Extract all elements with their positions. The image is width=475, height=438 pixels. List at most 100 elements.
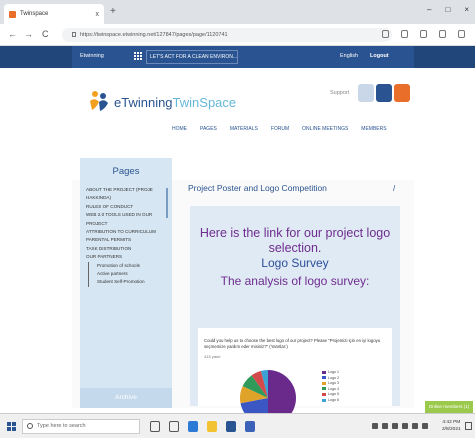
sidebar-item-parental-permits[interactable]: PARENTAL PERMITS	[86, 236, 168, 244]
logo-text-etwinning: eTwinning	[114, 95, 173, 110]
legend-swatch	[322, 398, 326, 402]
taskbar-search-input[interactable]: Type here to search	[22, 419, 140, 434]
back-button[interactable]: ←	[8, 29, 17, 39]
sidebar-subitem-active-partners[interactable]: Active partners	[88, 270, 168, 279]
lock-icon	[72, 32, 76, 38]
sidebar-item-about[interactable]: ABOUT THE PROJECT (PROJE HAKKINDA)	[86, 186, 168, 203]
system-tray	[372, 423, 428, 429]
main-navigation: HOME PAGES MATERIALS FORUM ONLINE MEETIN…	[172, 126, 387, 132]
nav-pages[interactable]: PAGES	[200, 126, 217, 132]
clock-date: 2/8/2021	[442, 427, 461, 432]
legend-swatch	[322, 387, 326, 391]
survey-results-image: Could you help us to choose the best log…	[198, 328, 392, 426]
window-controls: – □ ×	[427, 5, 469, 14]
address-bar-row: ← → C https://twinspace.etwinning.net/12…	[0, 24, 475, 46]
support-link[interactable]: Support	[330, 90, 349, 96]
legend-entry: Logo 6	[322, 398, 339, 404]
tray-chevron-icon[interactable]	[382, 423, 388, 429]
tray-network-icon[interactable]	[372, 423, 378, 429]
clock-time: 4:42 PM	[442, 420, 461, 425]
tray-language-icon[interactable]	[422, 423, 428, 429]
pie-legend: Logo 1 Logo 2 Logo 3 Logo 4 Logo 5 Logo 6	[322, 370, 339, 404]
site-top-inner: Etwinning LET'S ACT FOR A CLEAN ENVIRON.…	[72, 46, 414, 68]
taskbar-apps	[150, 421, 255, 432]
page-title: Project Poster and Logo Competition	[188, 183, 327, 193]
twinspace-logo-text[interactable]: eTwinningTwinSpace	[114, 95, 236, 110]
page-content-card: Here is the link for our project logo se…	[190, 206, 400, 426]
close-window-button[interactable]: ×	[464, 5, 469, 14]
taskbar-clock[interactable]: 4:42 PM 2/8/2021	[442, 419, 461, 433]
language-selector[interactable]: English	[340, 53, 358, 59]
legend-swatch	[322, 370, 326, 374]
browser-tab-bar: Twinspace x + – □ ×	[0, 0, 475, 24]
extension-icon[interactable]	[401, 30, 408, 38]
tray-wifi-icon[interactable]	[392, 423, 398, 429]
settings-menu-icon[interactable]	[458, 30, 465, 38]
sidebar-title: Pages	[112, 166, 140, 177]
tab-close-icon[interactable]: x	[96, 11, 100, 18]
forward-button[interactable]: →	[24, 29, 33, 39]
search-icon	[27, 423, 33, 429]
logout-link[interactable]: Logout	[370, 53, 389, 59]
tray-volume-icon[interactable]	[402, 423, 408, 429]
favorite-star-icon[interactable]	[382, 30, 389, 38]
sidebar-item-task-distribution[interactable]: TASK DISTRIBUTION	[86, 245, 168, 253]
nav-materials[interactable]: MATERIALS	[230, 126, 258, 132]
profile-icon[interactable]	[439, 30, 446, 38]
legend-label: Logo 2	[328, 375, 339, 380]
survey-question: Could you help us to choose the best log…	[204, 338, 381, 349]
legend-swatch	[322, 392, 326, 396]
cortana-icon[interactable]	[150, 421, 160, 432]
collections-icon[interactable]	[420, 30, 427, 38]
legend-label: Logo 6	[328, 397, 339, 402]
legend-label: Logo 5	[328, 392, 339, 397]
minimize-button[interactable]: –	[427, 5, 431, 14]
etwinning-brand-link[interactable]: Etwinning	[80, 53, 104, 59]
nav-forum[interactable]: FORUM	[271, 126, 289, 132]
legend-swatch	[322, 376, 326, 380]
new-tab-icon[interactable]: +	[110, 6, 116, 17]
sidebar-scrollbar[interactable]	[166, 188, 168, 218]
nav-home[interactable]: HOME	[172, 126, 187, 132]
messages-icon[interactable]	[376, 84, 392, 102]
sidebar-subitem-promotion[interactable]: Promotion of schools	[88, 261, 168, 271]
sidebar-subitem-self-promotion[interactable]: Student Self-Promotion	[88, 278, 168, 287]
nav-members[interactable]: MEMBERS	[361, 126, 386, 132]
edit-pencil-icon[interactable]: /	[393, 184, 395, 193]
sidebar-item-rules[interactable]: RULES OF CONDUCT	[86, 203, 168, 211]
refresh-button[interactable]: C	[42, 29, 49, 39]
notifications-icon[interactable]	[358, 84, 374, 102]
file-explorer-icon[interactable]	[207, 421, 217, 432]
pages-sidebar: Pages ABOUT THE PROJECT (PROJE HAKKINDA)…	[80, 158, 172, 408]
online-members-badge[interactable]: Online members (1)	[425, 401, 473, 413]
notification-center-icon[interactable]	[465, 422, 472, 430]
edge-browser-icon[interactable]	[188, 421, 198, 432]
logo-text-twinspace: TwinSpace	[172, 95, 237, 110]
logo-selection-headline: Here is the link for our project logo se…	[199, 226, 391, 255]
sidebar-item-curriculum[interactable]: ATTRIBUTION TO CURRICULUM	[86, 228, 168, 236]
logo-survey-link[interactable]: Logo Survey	[190, 256, 400, 270]
page-band	[0, 146, 475, 180]
sidebar-page-list: ABOUT THE PROJECT (PROJE HAKKINDA) RULES…	[86, 186, 168, 287]
task-view-icon[interactable]	[169, 421, 179, 432]
user-avatar[interactable]	[394, 84, 410, 102]
tray-battery-icon[interactable]	[412, 423, 418, 429]
sidebar-item-our-partners[interactable]: OUR PARTNERS	[86, 253, 168, 261]
word-icon[interactable]	[245, 421, 255, 432]
survey-response-count: 415 yanıt	[204, 354, 221, 359]
site-top-bar: Etwinning LET'S ACT FOR A CLEAN ENVIRON.…	[0, 46, 475, 68]
sidebar-item-web-tools[interactable]: WEB 2.0 TOOLS USED IN OUR PROJECT	[86, 211, 168, 228]
browser-tab[interactable]: Twinspace x	[4, 4, 104, 24]
archive-button[interactable]: Archive	[80, 388, 172, 408]
survey-analysis-heading: The analysis of logo survey:	[220, 274, 370, 288]
url-text: https://twinspace.etwinning.net/127847/p…	[80, 32, 228, 38]
legend-swatch	[322, 381, 326, 385]
project-selector[interactable]: LET'S ACT FOR A CLEAN ENVIRON...	[146, 50, 238, 64]
nav-online-meetings[interactable]: ONLINE MEETINGS	[302, 126, 348, 132]
windows-start-icon[interactable]	[7, 422, 16, 431]
maximize-button[interactable]: □	[445, 5, 450, 14]
legend-label: Logo 4	[328, 386, 339, 391]
store-icon[interactable]	[226, 421, 236, 432]
apps-grid-icon[interactable]	[134, 52, 142, 60]
url-input[interactable]: https://twinspace.etwinning.net/127847/p…	[62, 28, 392, 42]
